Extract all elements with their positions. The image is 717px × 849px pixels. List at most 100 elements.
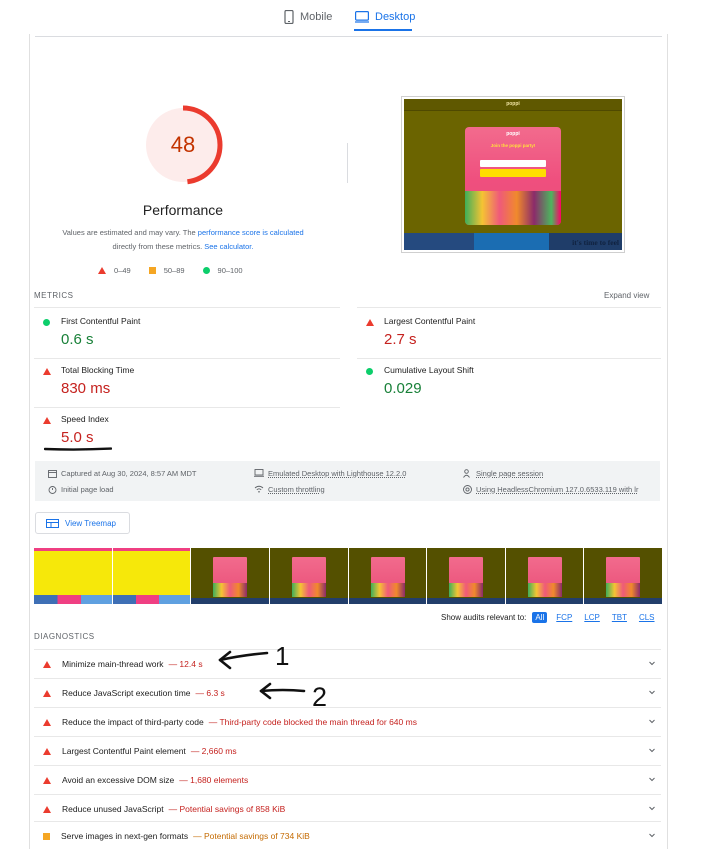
note-text-2: directly from these metrics. [112, 242, 205, 251]
audit-row[interactable]: Reduce unused JavaScript — Potential sav… [34, 794, 661, 823]
triangle-icon [43, 660, 51, 668]
audit-title: Minimize main-thread work [62, 659, 164, 669]
divider [357, 307, 661, 308]
browser-text[interactable]: Using HeadlessChromium 127.0.6533.119 wi… [476, 485, 638, 494]
calculator-link[interactable]: See calculator. [204, 242, 253, 251]
filmstrip [34, 548, 662, 604]
browser-info: Using HeadlessChromium 127.0.6533.119 wi… [462, 484, 638, 494]
chevron-down-icon [649, 661, 655, 666]
filmstrip-frame[interactable] [34, 548, 112, 604]
circle-icon [43, 319, 50, 326]
screenshot-footer-left [404, 233, 474, 250]
filmstrip-frame[interactable] [505, 548, 584, 604]
filmstrip-frame[interactable] [584, 548, 662, 604]
filter-fcp[interactable]: FCP [553, 612, 575, 623]
audit-title: Reduce JavaScript execution time [62, 688, 191, 698]
audit-title: Largest Contentful Paint element [62, 746, 186, 756]
screenshot-content: poppi poppi Join the poppi party! it's t… [404, 99, 622, 250]
emulation-info: Emulated Desktop with Lighthouse 12.2.0 [254, 468, 406, 478]
annotation-1: 1 [275, 641, 289, 671]
audit-row[interactable]: Reduce JavaScript execution time — 6.3 s [34, 678, 661, 707]
score-calc-link[interactable]: performance score is calculated [198, 228, 304, 237]
audit-row[interactable]: Avoid an excessive DOM size — 1,680 elem… [34, 765, 661, 794]
person-icon [462, 468, 472, 478]
audit-row[interactable]: Reduce the impact of third-party code — … [34, 707, 661, 736]
metric-name: Largest Contentful Paint [384, 316, 476, 326]
captured-info: Captured at Aug 30, 2024, 8:57 AM MDT [47, 468, 197, 478]
view-treemap-label: View Treemap [65, 518, 116, 528]
filter-all[interactable]: All [532, 612, 548, 623]
audit-title: Reduce the impact of third-party code [62, 717, 204, 727]
filmstrip-frame[interactable] [427, 548, 505, 604]
triangle-icon [43, 417, 51, 424]
throttling-text[interactable]: Custom throttling [268, 485, 325, 494]
metric-value: 5.0 s [61, 429, 94, 446]
diagnostics-section-label: DIAGNOSTICS [34, 632, 95, 641]
desktop-icon [355, 11, 369, 23]
circle-icon [202, 267, 210, 274]
metric-cls: Cumulative Layout Shift 0.029 [357, 359, 647, 407]
filmstrip-frame[interactable] [348, 548, 427, 604]
chevron-down-icon [649, 748, 655, 753]
filmstrip-frame[interactable] [112, 548, 191, 604]
audit-row[interactable]: Serve images in next-gen formats — Poten… [34, 821, 661, 849]
tab-mobile[interactable]: Mobile [284, 4, 332, 30]
triangle-icon [43, 368, 51, 375]
tab-desktop-label: Desktop [375, 11, 416, 23]
screenshot-popup: poppi Join the poppi party! [465, 127, 561, 225]
panel-border-left [29, 34, 30, 849]
tab-mobile-label: Mobile [300, 11, 333, 23]
active-tab-indicator [354, 29, 412, 31]
handwritten-arrow-2: 2 [259, 682, 327, 710]
panel-border-top [35, 36, 662, 37]
audit-detail: — 6.3 s [195, 688, 225, 698]
session-text[interactable]: Single page session [476, 469, 543, 478]
metric-value: 0.029 [384, 380, 422, 397]
expand-view-button[interactable]: Expand view [604, 291, 649, 300]
screenshot-brand: poppi [506, 101, 520, 107]
metric-value: 2.7 s [384, 331, 417, 348]
audit-row[interactable]: Largest Contentful Paint element — 2,660… [34, 736, 661, 765]
screenshot-footer-mid [474, 233, 549, 250]
triangle-icon [366, 319, 374, 326]
metric-fcp: First Contentful Paint 0.6 s [34, 310, 324, 358]
legend-average: 50–89 [148, 266, 185, 275]
audit-row[interactable]: Minimize main-thread work — 12.4 s [34, 649, 661, 678]
audit-title: Reduce unused JavaScript [62, 804, 164, 814]
popup-brand: poppi [506, 131, 520, 137]
final-screenshot[interactable]: poppi poppi Join the poppi party! it's t… [401, 96, 625, 253]
triangle-icon [43, 805, 51, 813]
legend-good: 90–100 [202, 266, 243, 275]
filter-tbt[interactable]: TBT [609, 612, 630, 623]
popup-headline: Join the poppi party! [490, 143, 536, 148]
emulated-text[interactable]: Emulated Desktop with Lighthouse 12.2.0 [268, 469, 406, 478]
audit-detail: — 12.4 s [168, 659, 203, 669]
metric-name: Cumulative Layout Shift [384, 365, 474, 375]
calendar-icon [47, 468, 57, 478]
chevron-down-icon [649, 833, 655, 838]
laptop-icon [254, 468, 264, 478]
performance-score: 48 [170, 132, 196, 157]
filter-lcp[interactable]: LCP [581, 612, 603, 623]
filmstrip-frame[interactable] [191, 548, 269, 604]
tab-desktop[interactable]: Desktop [355, 4, 415, 30]
audit-filter: Show audits relevant to: All FCP LCP TBT… [441, 612, 658, 623]
triangle-icon [43, 689, 51, 697]
audit-detail: — Potential savings of 734 KiB [193, 831, 310, 841]
square-icon [43, 832, 50, 840]
metric-tbt: Total Blocking Time 830 ms [34, 359, 324, 407]
filmstrip-frame[interactable] [269, 548, 348, 604]
metric-name: First Contentful Paint [61, 316, 141, 326]
captured-text: Captured at Aug 30, 2024, 8:57 AM MDT [61, 468, 197, 478]
throttling-info: Custom throttling [254, 484, 325, 494]
handwritten-underline [44, 447, 112, 451]
audit-detail: — Potential savings of 858 KiB [168, 804, 286, 814]
metric-value: 0.6 s [61, 331, 94, 348]
filter-cls[interactable]: CLS [636, 612, 658, 623]
session-info: Single page session [462, 468, 543, 478]
device-tabs: Mobile Desktop [0, 0, 717, 32]
initial-load-text: Initial page load [61, 484, 114, 494]
triangle-icon [43, 776, 51, 784]
view-treemap-button[interactable]: View Treemap [35, 512, 130, 534]
phone-icon [284, 10, 294, 24]
